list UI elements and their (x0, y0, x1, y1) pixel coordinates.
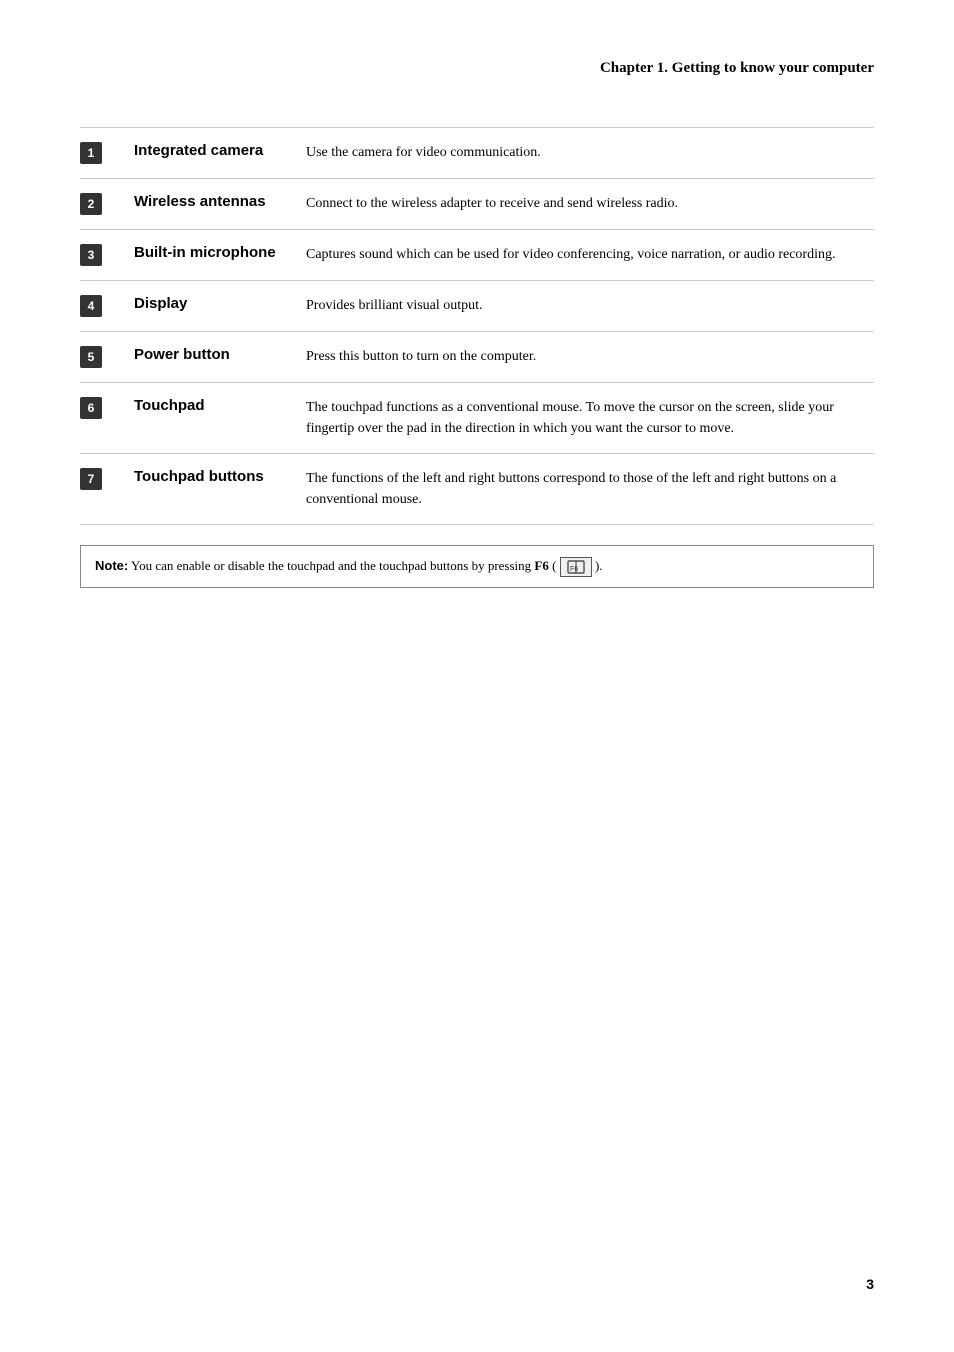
item-label: Built-in microphone (126, 230, 296, 281)
table-row: 5 Power buttonPress this button to turn o… (80, 332, 874, 383)
note-key-text: F6 (534, 558, 548, 573)
svg-text:F6: F6 (570, 566, 578, 573)
item-number-badge: 6 (80, 397, 102, 419)
item-number-badge: 2 (80, 193, 102, 215)
note-text: You can enable or disable the touchpad a… (131, 558, 534, 573)
item-description: Use the camera for video communication. (296, 128, 874, 179)
item-description: The functions of the left and right butt… (296, 454, 874, 525)
note-box: Note: You can enable or disable the touc… (80, 545, 874, 588)
item-label: Integrated camera (126, 128, 296, 179)
item-label: Touchpad buttons (126, 454, 296, 525)
table-row: 2 Wireless antennasConnect to the wireles… (80, 179, 874, 230)
table-row: 3 Built-in microphoneCaptures sound which… (80, 230, 874, 281)
item-label: Wireless antennas (126, 179, 296, 230)
features-table: 1 Integrated cameraUse the camera for vid… (80, 127, 874, 525)
chapter-title: Chapter 1. Getting to know your computer (80, 60, 874, 77)
item-description: Connect to the wireless adapter to recei… (296, 179, 874, 230)
table-row: 7 Touchpad buttonsThe functions of the le… (80, 454, 874, 525)
item-description: Press this button to turn on the compute… (296, 332, 874, 383)
item-description: Provides brilliant visual output. (296, 281, 874, 332)
page-number: 3 (866, 1276, 874, 1292)
item-label: Display (126, 281, 296, 332)
item-label: Power button (126, 332, 296, 383)
item-label: Touchpad (126, 383, 296, 454)
item-description: The touchpad functions as a conventional… (296, 383, 874, 454)
note-closing: ). (595, 558, 603, 573)
item-number-badge: 7 (80, 468, 102, 490)
table-row: 6 TouchpadThe touchpad functions as a con… (80, 383, 874, 454)
chapter-title-text: Chapter 1. Getting to know your computer (600, 60, 874, 76)
item-number-badge: 4 (80, 295, 102, 317)
note-open-paren: ( (552, 558, 556, 573)
item-number-badge: 3 (80, 244, 102, 266)
table-row: 4 DisplayProvides brilliant visual output… (80, 281, 874, 332)
touchpad-icon: F6 (567, 560, 585, 574)
f6-key-icon: F6 (560, 557, 592, 577)
note-label: Note: (95, 558, 128, 573)
item-number-badge: 5 (80, 346, 102, 368)
item-description: Captures sound which can be used for vid… (296, 230, 874, 281)
item-number-badge: 1 (80, 142, 102, 164)
table-row: 1 Integrated cameraUse the camera for vid… (80, 128, 874, 179)
